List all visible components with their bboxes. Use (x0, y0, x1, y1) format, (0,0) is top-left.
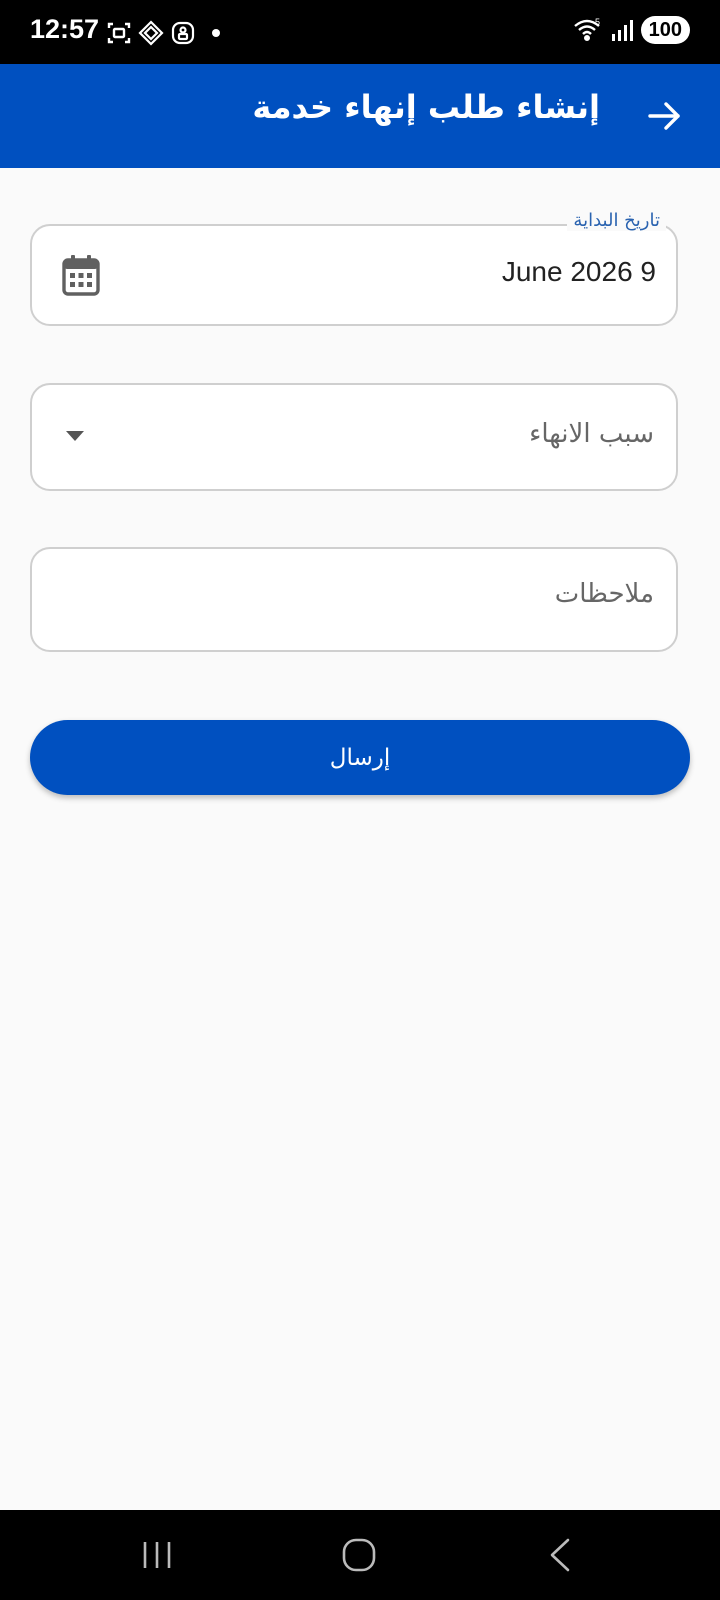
status-time: 12:57 (30, 14, 100, 44)
submit-button[interactable]: إرسال (30, 720, 690, 795)
back-arrow-icon[interactable] (644, 96, 684, 136)
status-bar: 12:57 5 100 (0, 0, 720, 64)
page-title: إنشاء طلب إنهاء خدمة (252, 88, 600, 126)
notification-dot (212, 29, 220, 37)
status-system-icons: 5 100 (573, 16, 690, 44)
dropdown-arrow-icon[interactable] (64, 429, 86, 443)
battery-indicator: 100 (640, 16, 690, 44)
app-badge-icon (171, 21, 195, 45)
system-nav-bar (0, 1510, 720, 1600)
termination-reason-dropdown[interactable]: سبب الانهاء (30, 383, 678, 491)
start-date-value: June 2026 9 (501, 256, 656, 287)
network-type-label: 5 (595, 17, 600, 27)
start-date-field[interactable]: تاريخ البداية June 2026 9 (30, 210, 678, 326)
app-bar: إنشاء طلب إنهاء خدمة (0, 64, 720, 168)
termination-reason-placeholder: سبب الانهاء (529, 419, 654, 449)
recent-apps-icon[interactable] (140, 1540, 174, 1570)
calendar-icon[interactable] (62, 254, 100, 296)
nav-back-icon[interactable] (548, 1538, 572, 1572)
signal-icon (611, 20, 633, 41)
start-date-label: تاريخ البداية (567, 210, 666, 231)
status-notification-icons (106, 20, 220, 46)
home-icon[interactable] (342, 1538, 376, 1572)
notes-field[interactable]: ملاحظات (30, 547, 678, 652)
wifi-icon: 5 (573, 17, 600, 42)
notes-placeholder: ملاحظات (554, 579, 654, 609)
app-diamond-icon (138, 20, 164, 46)
screenshot-icon (107, 22, 131, 44)
